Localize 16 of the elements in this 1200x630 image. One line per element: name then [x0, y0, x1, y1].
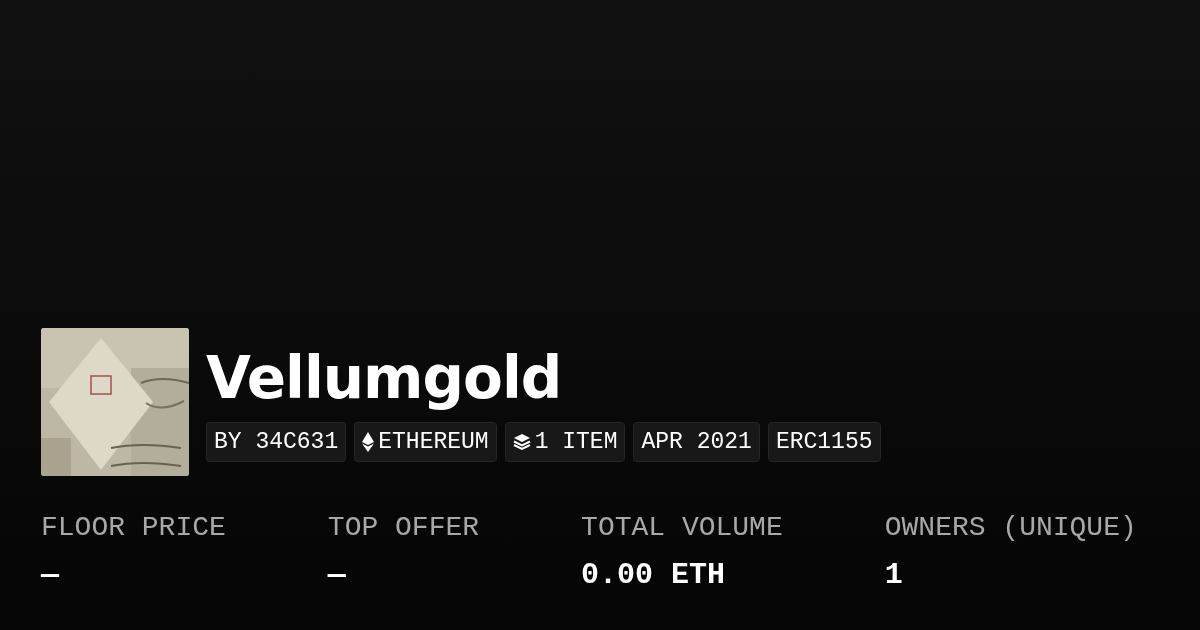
tag-chip: APR 2021 — [633, 422, 760, 462]
diamond-icon — [362, 432, 375, 452]
stat-label: TOTAL VOLUME — [581, 512, 783, 544]
tag-label: ETHEREUM — [378, 428, 489, 457]
stat-value: — — [41, 558, 60, 592]
stat-label: TOP OFFER — [327, 512, 480, 544]
collection-title: Vellumgold — [206, 344, 563, 412]
stat-value: 1 — [884, 558, 904, 592]
stat-label: OWNERS (UNIQUE) — [884, 512, 1137, 544]
stat-label: FLOOR PRICE — [41, 512, 226, 544]
stat-value: — — [327, 558, 347, 592]
tag-chip: ERC1155 — [767, 422, 881, 462]
tag-chip: BY 34C631 — [206, 422, 347, 462]
tag-label: 1 ITEM — [534, 428, 618, 457]
stat-value: 0.00 ETH — [581, 558, 727, 592]
layers-icon — [512, 433, 531, 451]
